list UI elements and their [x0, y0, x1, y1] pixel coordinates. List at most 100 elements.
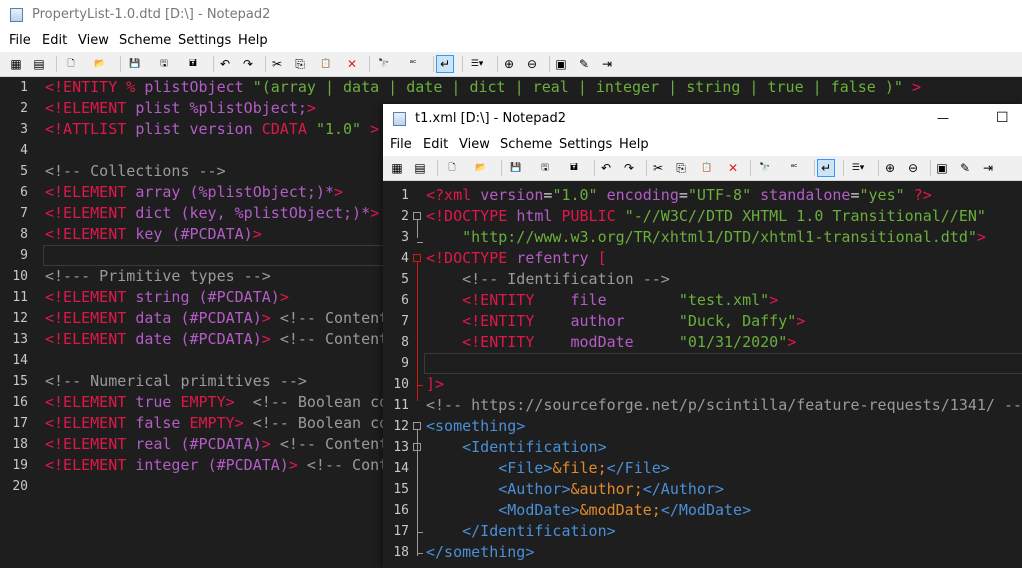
front-title-bar[interactable]: t1.xml [D:\] - Notepad2 — ☐ — [383, 104, 1022, 134]
paste-icon[interactable]: 📋 — [696, 160, 718, 176]
toolbar-separator — [120, 56, 121, 72]
delete-icon[interactable]: ✕ — [344, 56, 360, 72]
zoom-out-icon[interactable]: ⊖ — [905, 160, 921, 176]
fold-toggle-icon[interactable] — [413, 212, 421, 220]
line-number: 9 — [401, 356, 409, 371]
maximize-button[interactable]: ☐ — [996, 110, 1009, 126]
menu-scheme[interactable]: Scheme — [119, 33, 171, 49]
code-line: <!DOCTYPE html PUBLIC "-//W3C//DTD XHTML… — [426, 206, 986, 227]
code-token: (key, %plistObject;)* — [180, 204, 371, 222]
menu-scheme[interactable]: Scheme — [500, 137, 552, 153]
word-wrap-icon[interactable]: ↵ — [817, 159, 835, 177]
open-folder-window-icon[interactable]: ▤ — [412, 160, 428, 176]
code-line: <!-- https://sourceforge.net/p/scintilla… — [426, 395, 1022, 416]
menu-edit[interactable]: Edit — [42, 33, 67, 49]
paste-icon[interactable]: 📋 — [315, 56, 337, 72]
code-line: <!ELEMENT dict (key, %plistObject;)*> — [45, 203, 379, 224]
code-token: > — [261, 330, 280, 348]
fold-guide — [417, 242, 423, 243]
toolbar-separator — [843, 160, 844, 176]
menu-file[interactable]: File — [390, 137, 412, 153]
scheme-icon[interactable]: ▣ — [934, 160, 950, 176]
toolbar-separator — [497, 56, 498, 72]
menu-settings[interactable]: Settings — [178, 33, 231, 49]
save-as-icon[interactable]: 🖫 — [534, 160, 556, 176]
code-token: <!-- Boolean con — [252, 414, 398, 432]
minimize-button[interactable]: — — [937, 110, 949, 126]
fold-toggle-icon[interactable] — [413, 422, 421, 430]
code-token: author — [570, 312, 679, 330]
copy-icon[interactable]: ⎘ — [292, 56, 308, 72]
code-token: <something> — [426, 417, 526, 435]
save-all-icon[interactable]: 🖬 — [182, 56, 204, 72]
cut-icon[interactable]: ✂ — [650, 160, 666, 176]
toolbar-separator — [56, 56, 57, 72]
zoom-out-icon[interactable]: ⊖ — [524, 56, 540, 72]
fold-toggle-icon[interactable] — [413, 443, 421, 451]
code-line: <Identification> — [426, 437, 607, 458]
find-icon[interactable]: 🔭 — [754, 160, 776, 176]
back-toolbar: ▦ ▤ 🗋 📂 💾 🖫 🖬 ↶ ↷ ✂ ⎘ 📋 ✕ 🔭 ᵃᶜ ↵ ☰▾ ⊕ ⊖ ▣ ✎ ⇥ — [0, 52, 1022, 77]
open-file-icon[interactable]: 📂 — [470, 160, 492, 176]
code-line: <!ELEMENT real (#PCDATA)> <!-- Contents — [45, 434, 397, 455]
delete-icon[interactable]: ✕ — [725, 160, 741, 176]
code-token: plist — [135, 120, 190, 138]
toolbar-separator — [437, 160, 438, 176]
exit-icon[interactable]: ⇥ — [980, 160, 996, 176]
code-token: key — [135, 225, 172, 243]
list-dropdown-icon[interactable]: ☰▾ — [466, 56, 488, 72]
settings-icon[interactable]: ✎ — [957, 160, 973, 176]
list-dropdown-icon[interactable]: ☰▾ — [847, 160, 869, 176]
open-file-icon[interactable]: 📂 — [89, 56, 111, 72]
menu-help[interactable]: Help — [238, 33, 268, 49]
toolbar-separator — [549, 56, 550, 72]
open-folder-window-icon[interactable]: ▤ — [31, 56, 47, 72]
fold-toggle-icon[interactable] — [413, 254, 421, 262]
code-token: > — [334, 183, 344, 201]
new-window-icon[interactable]: ▦ — [389, 160, 405, 176]
undo-icon[interactable]: ↶ — [217, 56, 233, 72]
code-token: array — [135, 183, 190, 201]
menu-file[interactable]: File — [9, 33, 31, 49]
back-title-bar[interactable]: PropertyList-1.0.dtd [D:\] - Notepad2 — [0, 0, 1022, 30]
settings-icon[interactable]: ✎ — [576, 56, 592, 72]
exit-icon[interactable]: ⇥ — [599, 56, 615, 72]
code-token: standalone — [760, 186, 851, 204]
menu-view[interactable]: View — [78, 33, 109, 49]
replace-icon[interactable]: ᵃᶜ — [402, 56, 424, 72]
scheme-icon[interactable]: ▣ — [553, 56, 569, 72]
zoom-in-icon[interactable]: ⊕ — [882, 160, 898, 176]
line-number: 14 — [393, 461, 409, 476]
front-notepad2-window: t1.xml [D:\] - Notepad2 — ☐ File Edit View… — [383, 104, 1022, 568]
line-number: 15 — [12, 374, 28, 389]
menu-help[interactable]: Help — [619, 137, 649, 153]
code-line: <ModDate>&modDate;</ModDate> — [426, 500, 751, 521]
new-window-icon[interactable]: ▦ — [8, 56, 24, 72]
new-file-icon[interactable]: 🗋 — [60, 56, 82, 72]
save-as-icon[interactable]: 🖫 — [153, 56, 175, 72]
code-token: "Duck, Daffy" — [678, 312, 797, 330]
save-icon[interactable]: 💾 — [124, 56, 146, 72]
new-file-icon[interactable]: 🗋 — [441, 160, 463, 176]
code-token: > — [234, 414, 253, 432]
menu-view[interactable]: View — [459, 137, 490, 153]
redo-icon[interactable]: ↷ — [240, 56, 256, 72]
menu-settings[interactable]: Settings — [559, 137, 612, 153]
front-editor[interactable]: 1 <?xml version="1.0" encoding="UTF-8" st… — [383, 181, 1022, 568]
code-token: (#PCDATA) — [171, 225, 253, 243]
undo-icon[interactable]: ↶ — [598, 160, 614, 176]
replace-icon[interactable]: ᵃᶜ — [783, 160, 805, 176]
cut-icon[interactable]: ✂ — [269, 56, 285, 72]
save-icon[interactable]: 💾 — [505, 160, 527, 176]
menu-edit[interactable]: Edit — [423, 137, 448, 153]
save-all-icon[interactable]: 🖬 — [563, 160, 585, 176]
code-line: <?xml version="1.0" encoding="UTF-8" sta… — [426, 185, 932, 206]
redo-icon[interactable]: ↷ — [621, 160, 637, 176]
word-wrap-icon[interactable]: ↵ — [436, 55, 454, 73]
copy-icon[interactable]: ⎘ — [673, 160, 689, 176]
code-token: integer — [135, 456, 208, 474]
find-icon[interactable]: 🔭 — [373, 56, 395, 72]
zoom-in-icon[interactable]: ⊕ — [501, 56, 517, 72]
line-number: 3 — [401, 230, 409, 245]
front-window-title: t1.xml [D:\] - Notepad2 — [415, 111, 566, 126]
